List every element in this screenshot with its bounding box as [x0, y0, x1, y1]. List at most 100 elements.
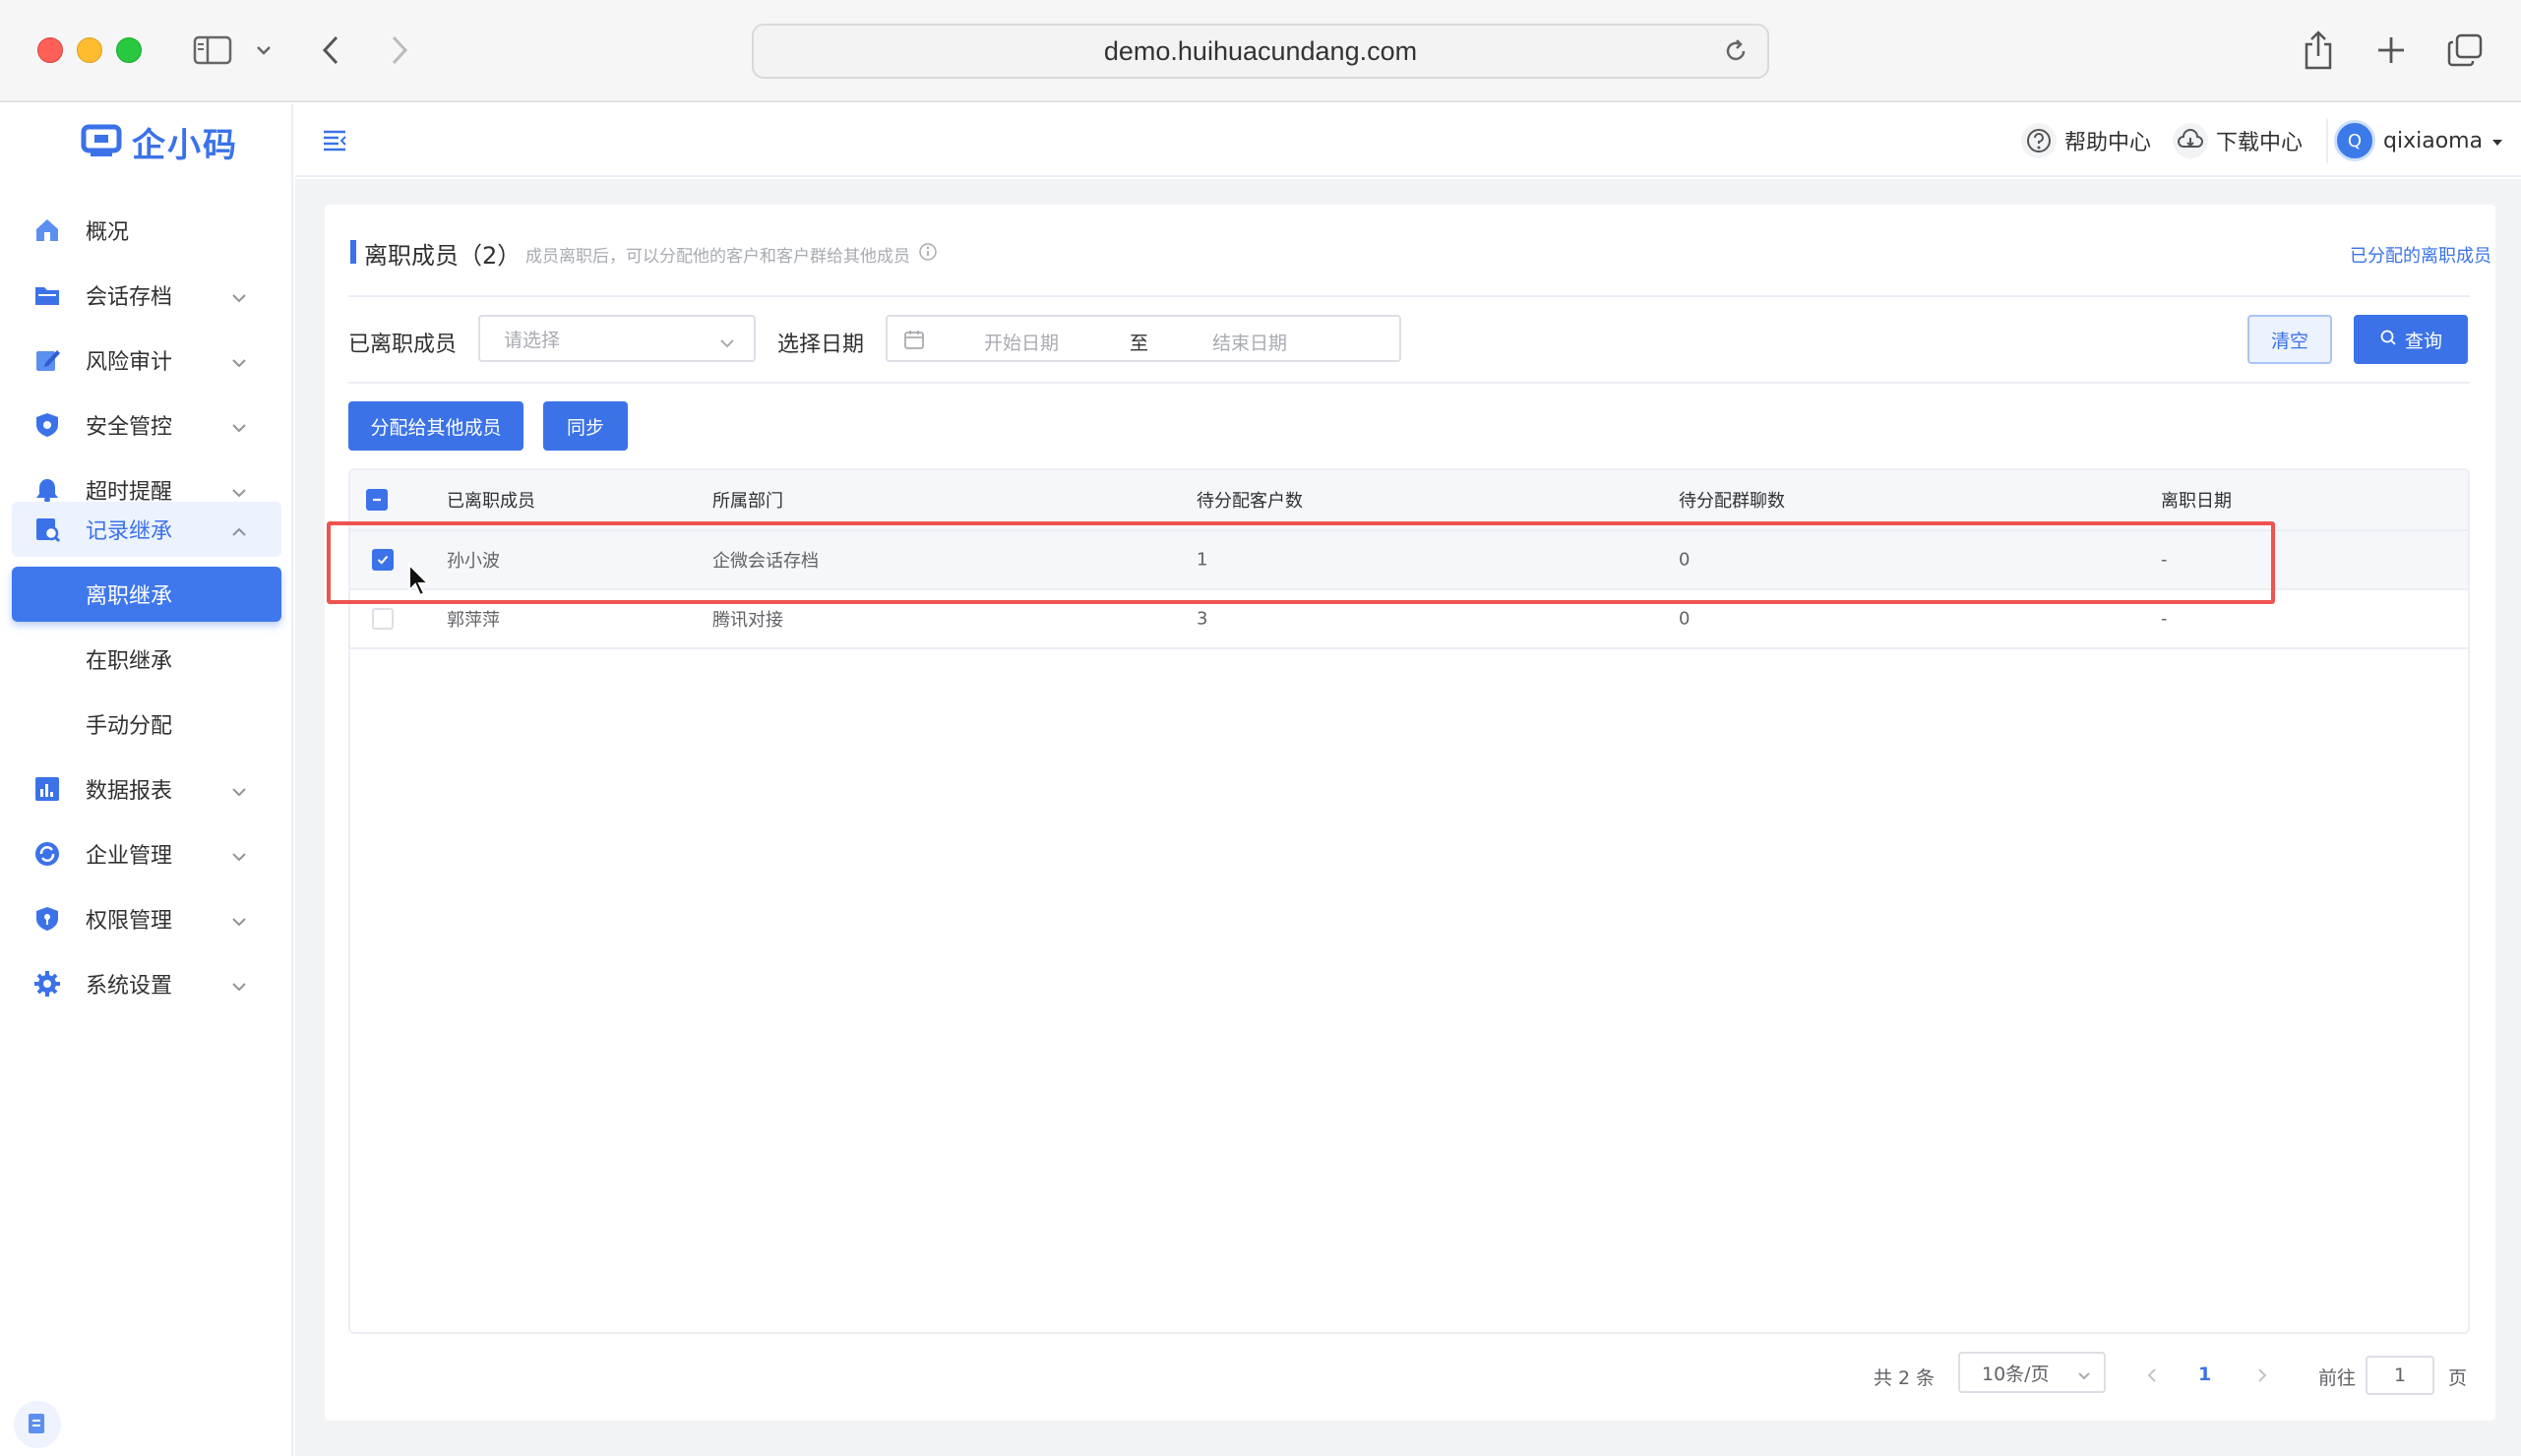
- column-header[interactable]: 待分配群聊数: [1679, 487, 1785, 513]
- start-date-input[interactable]: 开始日期: [984, 329, 1059, 355]
- assign-to-others-button[interactable]: 分配给其他成员: [348, 401, 523, 451]
- sync-button-label: 同步: [566, 416, 604, 439]
- clear-button[interactable]: 清空: [2247, 315, 2332, 364]
- resign-date-cell: -: [2161, 608, 2168, 630]
- select-all-checkbox[interactable]: [366, 489, 388, 511]
- sidebar-item-label: 安全管控: [86, 415, 173, 440]
- sidebar-item-label: 数据报表: [86, 779, 173, 804]
- row-checkbox[interactable]: [372, 549, 394, 571]
- table-row[interactable]: 郭萍萍 腾讯对接 3 0 -: [350, 590, 2468, 649]
- chevron-down-icon: [230, 909, 248, 934]
- chevron-up-icon: [230, 519, 248, 544]
- chevron-down-icon[interactable]: [252, 30, 276, 71]
- download-center-link[interactable]: 下载中心: [2173, 120, 2303, 161]
- tab-overview-icon[interactable]: [2444, 30, 2486, 71]
- chevron-down-icon: [230, 779, 248, 804]
- sidebar-item-label: 企业管理: [86, 844, 173, 869]
- lock-shield-icon: [33, 905, 61, 933]
- chevron-down-icon: [230, 974, 248, 999]
- sidebar-toggle-icon[interactable]: [191, 30, 234, 71]
- date-filter-label: 选择日期: [777, 333, 865, 357]
- column-header[interactable]: 待分配客户数: [1197, 487, 1303, 513]
- member-select[interactable]: 请选择: [478, 315, 756, 362]
- chevron-down-icon: [718, 333, 736, 354]
- sidebar-item-record-inherit[interactable]: 记录继承: [12, 502, 281, 557]
- page-title: 离职成员（2）: [364, 236, 521, 271]
- assigned-members-link[interactable]: 已分配的离职成员: [2350, 242, 2491, 268]
- sidebar-item-chat-archive[interactable]: 会话存档: [12, 268, 281, 323]
- page-suffix: 页: [2448, 1367, 2468, 1389]
- back-icon[interactable]: [315, 30, 346, 71]
- info-icon[interactable]: [918, 242, 938, 267]
- column-header[interactable]: 所属部门: [712, 487, 783, 513]
- document-icon[interactable]: [14, 1401, 61, 1448]
- member-select-placeholder: 请选择: [504, 329, 561, 351]
- table-row[interactable]: 孙小波 企微会话存档 1 0 -: [350, 531, 2468, 590]
- prev-page-icon[interactable]: [2145, 1367, 2159, 1383]
- sidebar-subitem-active-inherit[interactable]: 在职继承: [12, 632, 281, 687]
- department-cell: 腾讯对接: [712, 610, 783, 631]
- sidebar-subitem-label: 手动分配: [86, 714, 173, 739]
- chevron-down-icon: [230, 285, 248, 310]
- reload-icon[interactable]: [1722, 37, 1750, 72]
- page-title-count: （2）: [459, 242, 522, 270]
- column-header[interactable]: 离职日期: [2161, 487, 2232, 513]
- sidebar-item-settings[interactable]: 系统设置: [12, 956, 281, 1011]
- page-size-select[interactable]: 10条/页: [1958, 1352, 2106, 1393]
- sidebar-subitem-manual-assign[interactable]: 手动分配: [12, 697, 281, 752]
- sidebar-item-risk-audit[interactable]: 风险审计: [12, 333, 281, 388]
- clear-button-label: 清空: [2270, 330, 2308, 352]
- download-center-label: 下载中心: [2216, 131, 2304, 155]
- chevron-down-icon: [230, 844, 248, 869]
- help-icon: [2021, 123, 2057, 158]
- title-accent: [350, 240, 356, 264]
- top-header: 帮助中心 下载中心 Q qixiaoma: [295, 104, 2521, 177]
- next-page-icon[interactable]: [2255, 1367, 2269, 1383]
- sidebar-item-overview[interactable]: 概况: [12, 203, 281, 258]
- query-button-label: 查询: [2404, 330, 2442, 352]
- row-checkbox[interactable]: [372, 608, 394, 630]
- sidebar-item-security[interactable]: 安全管控: [12, 397, 281, 453]
- logo: 企小码: [81, 118, 238, 166]
- maximize-window-button[interactable]: [116, 37, 142, 63]
- record-icon: [33, 516, 61, 543]
- sidebar-subitem-label: 在职继承: [86, 649, 173, 674]
- help-center-label: 帮助中心: [2064, 131, 2152, 155]
- pending-groups-cell: 0: [1679, 549, 1691, 571]
- minimize-window-button[interactable]: [77, 37, 102, 63]
- sidebar-item-label: 系统设置: [86, 974, 173, 999]
- query-button[interactable]: 查询: [2354, 315, 2468, 364]
- forward-icon[interactable]: [384, 30, 415, 71]
- close-window-button[interactable]: [37, 37, 63, 63]
- help-center-link[interactable]: 帮助中心: [2021, 120, 2151, 161]
- collapse-menu-icon[interactable]: [321, 126, 348, 157]
- sidebar-item-permissions[interactable]: 权限管理: [12, 891, 281, 946]
- calendar-icon: [903, 329, 925, 355]
- logo-icon: [81, 124, 122, 161]
- logo-text: 企小码: [132, 126, 238, 165]
- sidebar-subitem-resigned-inherit[interactable]: 离职继承: [12, 567, 281, 622]
- sync-button[interactable]: 同步: [543, 401, 628, 451]
- url-text: demo.huihuacundang.com: [1103, 35, 1418, 66]
- column-header[interactable]: 已离职成员: [447, 487, 535, 513]
- chevron-down-icon: [230, 350, 248, 375]
- shield-icon: [33, 411, 61, 439]
- resign-date-cell: -: [2161, 549, 2168, 571]
- home-icon: [33, 216, 61, 244]
- goto-page-input[interactable]: 1: [2366, 1356, 2434, 1395]
- date-range-picker[interactable]: 开始日期 至 结束日期: [886, 315, 1401, 362]
- address-bar[interactable]: demo.huihuacundang.com: [752, 24, 1769, 79]
- new-tab-icon[interactable]: [2371, 30, 2411, 71]
- share-icon[interactable]: [2299, 30, 2338, 71]
- avatar: Q: [2334, 120, 2375, 161]
- member-filter-label: 已离职成员: [348, 333, 458, 357]
- gear-icon: [33, 970, 61, 998]
- sidebar-item-enterprise[interactable]: 企业管理: [12, 826, 281, 881]
- page-number-current[interactable]: 1: [2198, 1364, 2211, 1385]
- user-menu[interactable]: Q qixiaoma: [2334, 120, 2504, 161]
- pending-groups-cell: 0: [1679, 608, 1691, 630]
- resigned-members-table: 已离职成员 所属部门 待分配客户数 待分配群聊数 离职日期 孙小波 企微会话存档…: [348, 468, 2470, 1334]
- sidebar-item-label: 记录继承: [86, 519, 173, 544]
- end-date-input[interactable]: 结束日期: [1212, 329, 1287, 355]
- sidebar-item-data-report[interactable]: 数据报表: [12, 761, 281, 817]
